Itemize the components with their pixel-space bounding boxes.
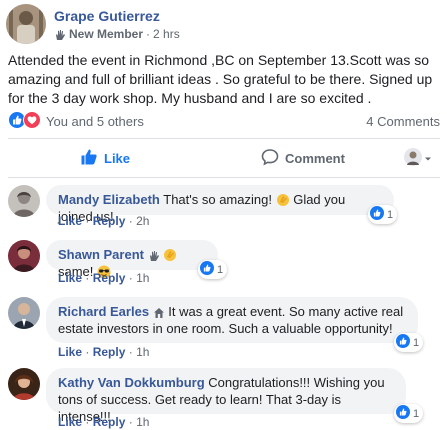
like-reaction-icon <box>396 405 410 422</box>
meta-separator: · <box>146 27 151 41</box>
action-separator: · <box>128 345 133 359</box>
like-label: Like <box>104 150 131 166</box>
house-emoji-icon <box>153 304 169 319</box>
commenter-avatar[interactable] <box>8 368 40 400</box>
reactions-summary: You and 5 others 4 Comments <box>8 110 440 132</box>
post-time[interactable]: 2 hrs <box>153 27 180 41</box>
comment-reaction-count: 1 <box>413 336 420 349</box>
reaction-icons[interactable] <box>8 110 41 132</box>
comment-time[interactable]: 1h <box>136 415 149 429</box>
comment-item: Kathy Van Dokkumburg Congratulations!!! … <box>8 368 440 429</box>
commenter-name[interactable]: Kathy Van Dokkumburg <box>58 375 205 390</box>
action-separator: · <box>128 415 133 429</box>
comment-reactions[interactable]: 1 <box>198 260 228 279</box>
action-separator: · <box>128 214 133 228</box>
comments-count[interactable]: 4 Comments <box>366 114 440 129</box>
comment-reaction-count: 1 <box>413 407 420 420</box>
author-name[interactable]: Grape Gutierrez <box>54 8 160 24</box>
comment-like-link[interactable]: Like <box>58 415 82 429</box>
action-separator: · <box>85 415 90 429</box>
member-badge[interactable]: New Member <box>69 27 143 41</box>
clap-emoji-icon <box>163 247 177 262</box>
comment-button[interactable]: Comment <box>261 148 345 169</box>
comment-reaction-count: 1 <box>387 208 394 221</box>
wave-hand-icon <box>54 27 66 41</box>
comment-reply-link[interactable]: Reply <box>93 345 126 359</box>
comment-text: That's so amazing! <box>163 192 272 207</box>
chevron-down-icon <box>424 151 432 166</box>
comment-bubble: Mandy Elizabeth That's so amazing! Glad … <box>46 185 394 224</box>
action-bar: Like Comment <box>8 141 440 175</box>
like-reaction-icon <box>370 206 384 223</box>
comment-label: Comment <box>285 150 345 166</box>
action-separator: · <box>85 214 90 228</box>
comment-time[interactable]: 1h <box>136 271 149 285</box>
comment-reply-link[interactable]: Reply <box>93 415 126 429</box>
comment-time[interactable]: 1h <box>136 345 149 359</box>
speech-bubble-icon <box>261 148 279 169</box>
like-reaction-icon <box>396 334 410 351</box>
author-avatar[interactable] <box>6 4 46 44</box>
divider <box>8 138 440 139</box>
comment-bubble: Kathy Van Dokkumburg Congratulations!!! … <box>46 368 406 424</box>
love-reaction-icon <box>23 110 41 132</box>
commenter-avatar[interactable] <box>8 240 40 272</box>
thumbs-up-icon <box>80 148 98 169</box>
comment-time[interactable]: 2h <box>136 214 149 228</box>
wave-hand-icon <box>148 247 164 262</box>
comment-reaction-count: 1 <box>217 263 224 276</box>
clap-emoji-icon <box>276 192 294 207</box>
comment-bubble: Shawn Parent same! <box>46 240 218 279</box>
post-meta: New Member · 2 hrs <box>54 27 180 41</box>
comment-like-link[interactable]: Like <box>58 345 82 359</box>
comment-actions: Like · Reply · 2h <box>58 214 149 228</box>
comment-reply-link[interactable]: Reply <box>93 271 126 285</box>
audience-avatar-icon <box>404 147 422 169</box>
divider <box>8 177 440 178</box>
comment-item: Shawn Parent same! 1 Like · Reply · 1h <box>8 240 440 285</box>
reaction-count[interactable]: You and 5 others <box>46 114 144 129</box>
comment-actions: Like · Reply · 1h <box>58 415 149 429</box>
action-separator: · <box>128 271 133 285</box>
comment-item: Richard Earles It was a great event. So … <box>8 297 440 359</box>
comment-reactions[interactable]: 1 <box>368 205 398 224</box>
like-button[interactable]: Like <box>80 148 130 169</box>
comment-reply-link[interactable]: Reply <box>93 214 126 228</box>
comment-item: Mandy Elizabeth That's so amazing! Glad … <box>8 185 440 230</box>
commenter-name[interactable]: Mandy Elizabeth <box>58 192 160 207</box>
action-separator: · <box>85 345 90 359</box>
comment-reactions[interactable]: 1 <box>394 404 424 423</box>
post-header: Grape Gutierrez New Member · 2 hrs <box>6 4 436 44</box>
comment-like-link[interactable]: Like <box>58 214 82 228</box>
commenter-name[interactable]: Richard Earles <box>58 304 149 319</box>
commenter-avatar[interactable] <box>8 185 40 217</box>
like-reaction-icon <box>200 261 214 278</box>
comment-like-link[interactable]: Like <box>58 271 82 285</box>
commenter-avatar[interactable] <box>8 297 40 329</box>
comment-actions: Like · Reply · 1h <box>58 345 149 359</box>
comment-actions: Like · Reply · 1h <box>58 271 149 285</box>
commenter-name[interactable]: Shawn Parent <box>58 247 144 262</box>
comment-reactions[interactable]: 1 <box>394 333 424 352</box>
reaction-audience-button[interactable] <box>404 147 432 169</box>
action-separator: · <box>85 271 90 285</box>
post-text: Attended the event in Richmond ,BC on Se… <box>8 52 433 106</box>
comment-bubble: Richard Earles It was a great event. So … <box>46 297 418 343</box>
